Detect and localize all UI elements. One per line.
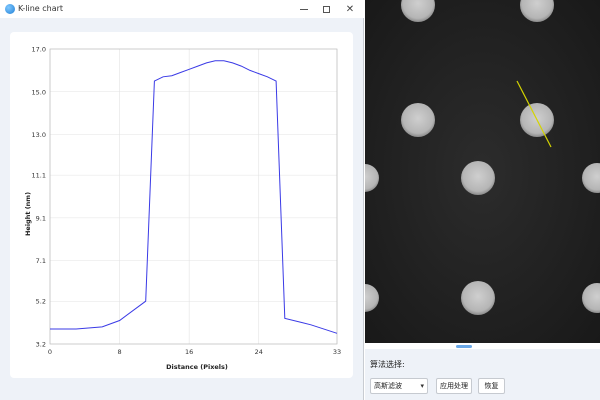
- chart-panel: 3.2 5.2 7.1 9.1 11.1 13.0 15.0 17.0 0 8 16 24 33 Di…: [10, 32, 353, 378]
- reset-button[interactable]: 恢复: [478, 378, 505, 394]
- series-line: [50, 60, 338, 334]
- chevron-down-icon: ▾: [420, 382, 424, 390]
- spot: [461, 281, 495, 315]
- x-axis-ticks: 0 8 16 24 33: [48, 348, 341, 356]
- algorithm-label: 算法选择:: [370, 360, 405, 369]
- splitter-handle[interactable]: [456, 345, 472, 348]
- y-axis-ticks: 3.2 5.2 7.1 9.1 11.1 13.0 15.0 17.0: [32, 46, 46, 349]
- y-tick-label: 17.0: [32, 46, 46, 54]
- y-tick-label: 13.0: [32, 131, 46, 139]
- y-tick-label: 9.1: [36, 214, 46, 222]
- y-tick-label: 3.2: [36, 341, 46, 349]
- chart-grid: [49, 48, 338, 345]
- y-tick-label: 5.2: [36, 298, 46, 306]
- x-axis-label: Distance (Pixels): [166, 363, 228, 371]
- apply-processing-button[interactable]: 应用处理: [436, 378, 472, 394]
- close-icon: ✕: [345, 3, 355, 15]
- minimize-button[interactable]: [294, 1, 314, 17]
- maximize-button[interactable]: [316, 1, 336, 17]
- chart-axes: [49, 48, 338, 345]
- algorithm-selected-value: 高斯滤波: [374, 382, 402, 390]
- app-icon: [5, 4, 15, 14]
- screen: K-line chart ✕ 3.2 5.2 7.1 9.1 11.1 13.0 15.0 1…: [0, 0, 600, 400]
- y-tick-label: 15.0: [32, 88, 46, 96]
- x-tick-label: 33: [333, 348, 341, 356]
- control-panel: 算法选择: 高斯滤波 ▾ 应用处理 恢复: [365, 349, 600, 400]
- spot: [401, 103, 435, 137]
- image-viewer[interactable]: [365, 0, 600, 343]
- k-line-chart-window: K-line chart ✕ 3.2 5.2 7.1 9.1 11.1 13.0 15.0 1…: [0, 0, 364, 400]
- x-tick-label: 0: [48, 348, 52, 356]
- maximize-icon: [322, 5, 330, 13]
- algorithm-select[interactable]: 高斯滤波 ▾: [370, 378, 428, 394]
- microscopy-image: [365, 0, 600, 343]
- y-tick-label: 7.1: [36, 257, 46, 265]
- y-tick-label: 11.1: [32, 172, 46, 180]
- spot: [461, 161, 495, 195]
- minimize-icon: [300, 8, 308, 10]
- x-tick-label: 24: [255, 348, 263, 356]
- title-bar[interactable]: K-line chart ✕: [0, 0, 364, 18]
- close-button[interactable]: ✕: [340, 1, 360, 17]
- window-title: K-line chart: [18, 4, 64, 13]
- plot-frame: [49, 48, 338, 345]
- x-tick-label: 8: [118, 348, 122, 356]
- x-tick-label: 16: [185, 348, 193, 356]
- line-chart: 3.2 5.2 7.1 9.1 11.1 13.0 15.0 17.0 0 8 16 24 33 Di…: [24, 46, 341, 372]
- y-axis-label: Height (nm): [24, 192, 32, 236]
